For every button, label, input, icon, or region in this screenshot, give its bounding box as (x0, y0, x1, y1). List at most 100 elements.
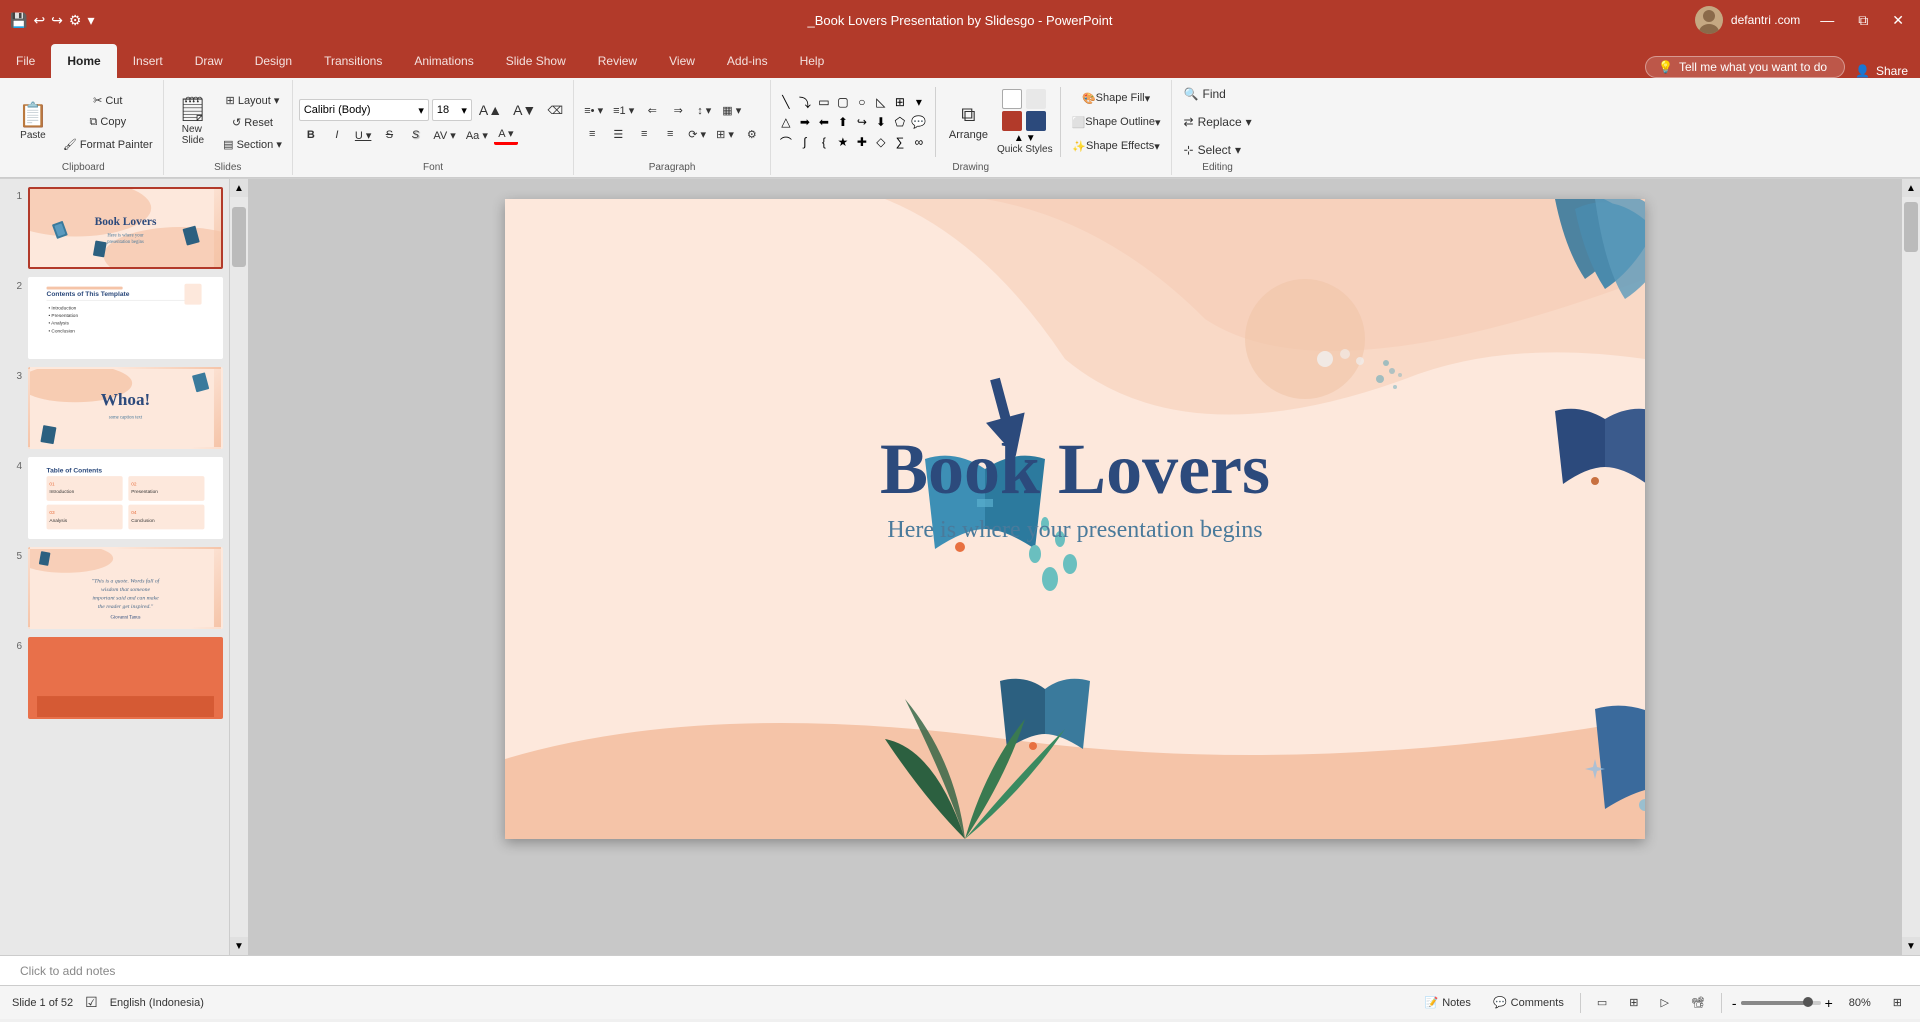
strikethrough-button[interactable]: S (377, 125, 401, 145)
shape-more[interactable]: ⊞ (891, 93, 909, 111)
replace-button[interactable]: ⇄ Replace ▾ (1178, 110, 1258, 134)
tab-home[interactable]: Home (51, 44, 116, 78)
shape-outline-button[interactable]: ⬜ Shape Outline ▾ (1068, 112, 1165, 132)
case-button[interactable]: Aa ▾ (462, 125, 492, 145)
font-name-selector[interactable]: Calibri (Body) ▾ (299, 99, 429, 121)
slide-thumb-5[interactable]: 5 "This is a quote. Words full of wisdom… (6, 547, 223, 629)
slide-img-1[interactable]: Book Lovers Here is where your presentat… (28, 187, 223, 269)
shape-arc[interactable]: ⌒ (777, 133, 795, 151)
comments-button[interactable]: 💬 Comments (1487, 994, 1570, 1011)
qs-item-2[interactable] (1026, 89, 1046, 109)
clear-format-button[interactable]: ⌫ (543, 100, 567, 120)
redo-icon[interactable]: ↪ (51, 12, 63, 29)
scroll-thumb-right[interactable] (1904, 202, 1918, 252)
slide-thumb-3[interactable]: 3 Whoa! some caption text (6, 367, 223, 449)
quick-styles-up[interactable]: ▲ (1014, 133, 1024, 144)
quick-styles-down[interactable]: ▼ (1026, 133, 1036, 144)
share-button[interactable]: 👤 Share (1855, 64, 1908, 78)
slide-img-2[interactable]: Contents of This Template • Introduction… (28, 277, 223, 359)
shape-diamond[interactable]: ◇ (872, 133, 890, 151)
undo-icon[interactable]: ↩ (33, 12, 45, 29)
paste-button[interactable]: 📋 Paste (10, 100, 56, 145)
slide-sorter-button[interactable]: ⊞ (1623, 994, 1644, 1011)
slide-thumb-1[interactable]: 1 Book Lovers Here is where your present… (6, 187, 223, 269)
close-button[interactable]: ✕ (1886, 10, 1910, 31)
new-slide-button[interactable]: 🗒 NewSlide (170, 94, 216, 150)
slide-img-6[interactable] (28, 637, 223, 719)
scroll-up-arrow[interactable]: ▲ (230, 179, 248, 197)
align-center-button[interactable]: ☰ (606, 124, 630, 144)
decrease-indent-button[interactable]: ⇐ (640, 100, 664, 120)
minimize-button[interactable]: — (1814, 10, 1840, 31)
shape-rounded-rect[interactable]: ▢ (834, 93, 852, 111)
tab-slideshow[interactable]: Slide Show (490, 44, 582, 78)
qs-item-1[interactable] (1002, 89, 1022, 109)
section-button[interactable]: ▤ Section ▾ (219, 134, 286, 154)
shape-brace[interactable]: { (815, 133, 833, 151)
slide-canvas[interactable]: Book Lovers Here is where your presentat… (505, 199, 1645, 839)
align-right-button[interactable]: ≡ (632, 124, 656, 144)
shape-arrow-left[interactable]: ⬅ (815, 113, 833, 131)
fit-slide-button[interactable]: ⊞ (1887, 994, 1908, 1011)
normal-view-button[interactable]: ▭ (1591, 994, 1613, 1011)
qs-item-4[interactable] (1026, 111, 1046, 131)
copy-button[interactable]: ⧉ Copy (59, 112, 157, 132)
select-button[interactable]: ⊹ Select ▾ (1178, 138, 1247, 162)
bold-button[interactable]: B (299, 125, 323, 145)
find-button[interactable]: 🔍 Find (1178, 82, 1232, 106)
font-color-button[interactable]: A ▾ (494, 125, 518, 145)
shape-equation[interactable]: ∑ (891, 133, 909, 151)
tell-me-box[interactable]: 💡 Tell me what you want to do (1645, 56, 1845, 78)
notes-tab-button[interactable]: 📝 Notes (1418, 994, 1476, 1011)
shape-circle[interactable]: ○ (853, 93, 871, 111)
shape-star[interactable]: ★ (834, 133, 852, 151)
format-painter-button[interactable]: 🖌 Format Painter (59, 134, 157, 154)
tab-view[interactable]: View (653, 44, 711, 78)
italic-button[interactable]: I (325, 125, 349, 145)
shape-rect[interactable]: ▭ (815, 93, 833, 111)
arrange-button[interactable]: ⧉ Arrange (943, 102, 994, 143)
layout-button[interactable]: ⊞ Layout ▾ (219, 90, 286, 110)
shape-effects-button[interactable]: ✨ Shape Effects ▾ (1068, 136, 1165, 156)
columns-button[interactable]: ▦ ▾ (718, 100, 745, 120)
scroll-thumb[interactable] (232, 207, 246, 267)
shape-connector[interactable]: ⤵ (796, 93, 814, 111)
smartart-button[interactable]: ⚙ (740, 124, 764, 144)
tab-animations[interactable]: Animations (398, 44, 489, 78)
char-spacing-button[interactable]: AV ▾ (429, 125, 459, 145)
text-direction-button[interactable]: ⟳ ▾ (684, 124, 710, 144)
shape-pentagon[interactable]: ⬠ (891, 113, 909, 131)
save-icon[interactable]: 💾 (10, 12, 27, 29)
notes-area[interactable]: Click to add notes (0, 955, 1920, 985)
shape-cross[interactable]: ✚ (853, 133, 871, 151)
shape-arrow-down[interactable]: ⬇ (872, 113, 890, 131)
bullets-button[interactable]: ≡• ▾ (580, 100, 607, 120)
shape-arrow-right[interactable]: ➡ (796, 113, 814, 131)
tab-addins[interactable]: Add-ins (711, 44, 784, 78)
increase-indent-button[interactable]: ⇒ (666, 100, 690, 120)
shape-custom[interactable]: ∞ (910, 133, 928, 151)
qs-item-3[interactable] (1002, 111, 1022, 131)
tab-draw[interactable]: Draw (179, 44, 239, 78)
scroll-down-arrow[interactable]: ▼ (230, 937, 248, 955)
shape-curve[interactable]: ∫ (796, 133, 814, 151)
numbering-button[interactable]: ≡1 ▾ (609, 100, 638, 120)
dropdown-icon[interactable]: ▾ (87, 12, 94, 29)
presenter-view-button[interactable]: 📽 (1685, 994, 1711, 1011)
increase-font-size-button[interactable]: A▲ (475, 100, 506, 120)
align-left-button[interactable]: ≡ (580, 124, 604, 144)
tab-file[interactable]: File (0, 44, 51, 78)
tab-transitions[interactable]: Transitions (308, 44, 398, 78)
shadow-button[interactable]: S (403, 125, 427, 145)
font-size-selector[interactable]: 18 ▾ (432, 99, 472, 121)
zoom-in-icon[interactable]: + (1825, 995, 1833, 1011)
customize-quick-access-icon[interactable]: ⚙ (69, 12, 82, 29)
zoom-bar[interactable] (1741, 1001, 1821, 1005)
line-spacing-button[interactable]: ↕ ▾ (692, 100, 716, 120)
align-text-button[interactable]: ⊞ ▾ (712, 124, 738, 144)
user-area[interactable]: defantri .com (1695, 6, 1800, 34)
shape-right-angle[interactable]: ◺ (872, 93, 890, 111)
shape-line[interactable]: ╲ (777, 93, 795, 111)
slide-thumb-6[interactable]: 6 (6, 637, 223, 719)
slide-img-5[interactable]: "This is a quote. Words full of wisdom t… (28, 547, 223, 629)
